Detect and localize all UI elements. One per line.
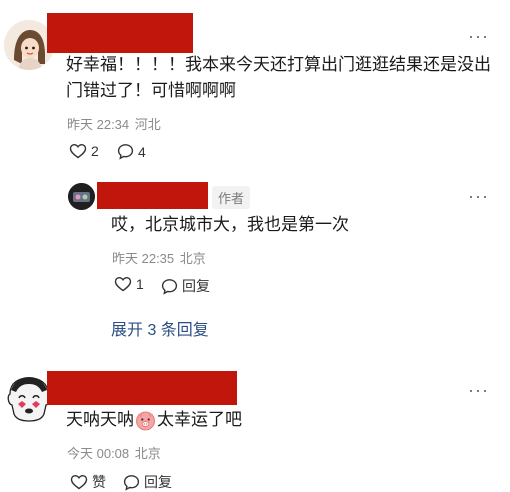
reply-content: 哎，北京城市大，我也是第一次 — [111, 215, 349, 234]
comment-icon — [161, 278, 178, 295]
reply-meta: 昨天 22:35 北京 — [112, 248, 206, 267]
comment-text-before: 天呐天呐 — [66, 410, 134, 429]
comment-time: 今天 00:08 — [67, 446, 130, 461]
comment-location: 河北 — [134, 117, 161, 132]
reply-username-redacted[interactable] — [97, 182, 208, 209]
more-options-icon[interactable]: ··· — [468, 27, 489, 45]
like-button[interactable]: 2 — [69, 143, 99, 159]
comment-time: 昨天 22:34 — [67, 117, 130, 132]
reply-like-button[interactable]: 1 — [114, 276, 144, 292]
comment-meta: 昨天 22:34 河北 — [67, 114, 161, 133]
username-redacted[interactable] — [47, 371, 237, 405]
heart-icon — [69, 143, 87, 159]
comment-location: 北京 — [134, 446, 161, 461]
comment-content: 好幸福！！！！我本来今天还打算出门逛逛结果还是没出门错过了！可惜啊啊啊 — [66, 55, 491, 100]
reply-button[interactable]: 4 — [117, 143, 146, 160]
comment-icon — [117, 144, 134, 160]
reply-count: 4 — [138, 143, 146, 160]
heart-icon — [70, 474, 88, 490]
reply-button[interactable]: 回复 — [123, 472, 172, 492]
reply-reply-label: 回复 — [182, 278, 210, 294]
pig-emoji-icon — [136, 411, 155, 430]
comment-content: 天呐天呐 太幸运了吧 — [66, 407, 242, 433]
reply-label: 回复 — [144, 474, 172, 490]
reply-more-options-icon[interactable]: ··· — [468, 187, 489, 205]
more-options-icon[interactable]: ··· — [468, 381, 489, 399]
reply-avatar[interactable] — [68, 183, 95, 210]
like-count: 2 — [91, 143, 99, 159]
like-button[interactable]: 赞 — [70, 472, 106, 492]
username-redacted[interactable] — [47, 13, 193, 53]
heart-icon — [114, 276, 132, 292]
reply-reply-button[interactable]: 回复 — [161, 276, 210, 296]
comment-icon — [123, 474, 140, 491]
like-label: 赞 — [92, 474, 106, 490]
reply-time: 昨天 22:35 — [112, 251, 175, 266]
expand-replies-link[interactable]: 展开 3 条回复 — [111, 316, 209, 340]
comment-meta: 今天 00:08 北京 — [67, 443, 161, 462]
reply-like-count: 1 — [136, 276, 144, 292]
comment-text-after: 太幸运了吧 — [157, 410, 242, 429]
author-badge: 作者 — [212, 186, 251, 209]
reply-location: 北京 — [179, 251, 206, 266]
